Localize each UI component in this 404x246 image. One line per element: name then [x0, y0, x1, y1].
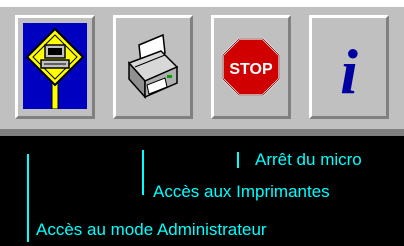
admin-mode-button[interactable] [15, 15, 95, 119]
stop-sign-text: STOP [229, 61, 273, 78]
admin-caption: Accès au mode Administrateur [36, 220, 267, 239]
printer-icon [127, 33, 179, 99]
printers-caption-leader [142, 150, 144, 195]
info-icon: i [340, 36, 358, 107]
printers-caption: Accès aux Imprimantes [153, 182, 330, 201]
toolbar-bottom-edge [0, 129, 404, 136]
info-letter: i [340, 36, 358, 107]
admin-caption-leader [27, 154, 29, 242]
button-captions: Arrêt du micro Accès aux Imprimantes Acc… [0, 136, 404, 246]
info-button[interactable]: i [309, 15, 389, 119]
stop-caption: Arrêt du micro [255, 150, 362, 169]
stop-computer-button[interactable]: STOP [211, 15, 291, 119]
toolbar: STOP i [0, 0, 404, 136]
stop-caption-leader [237, 152, 239, 168]
toolbar-top-edge [0, 0, 404, 7]
printers-button[interactable] [113, 15, 193, 119]
stop-sign-icon: STOP [222, 38, 280, 96]
admin-computer-sign-icon [23, 23, 87, 109]
